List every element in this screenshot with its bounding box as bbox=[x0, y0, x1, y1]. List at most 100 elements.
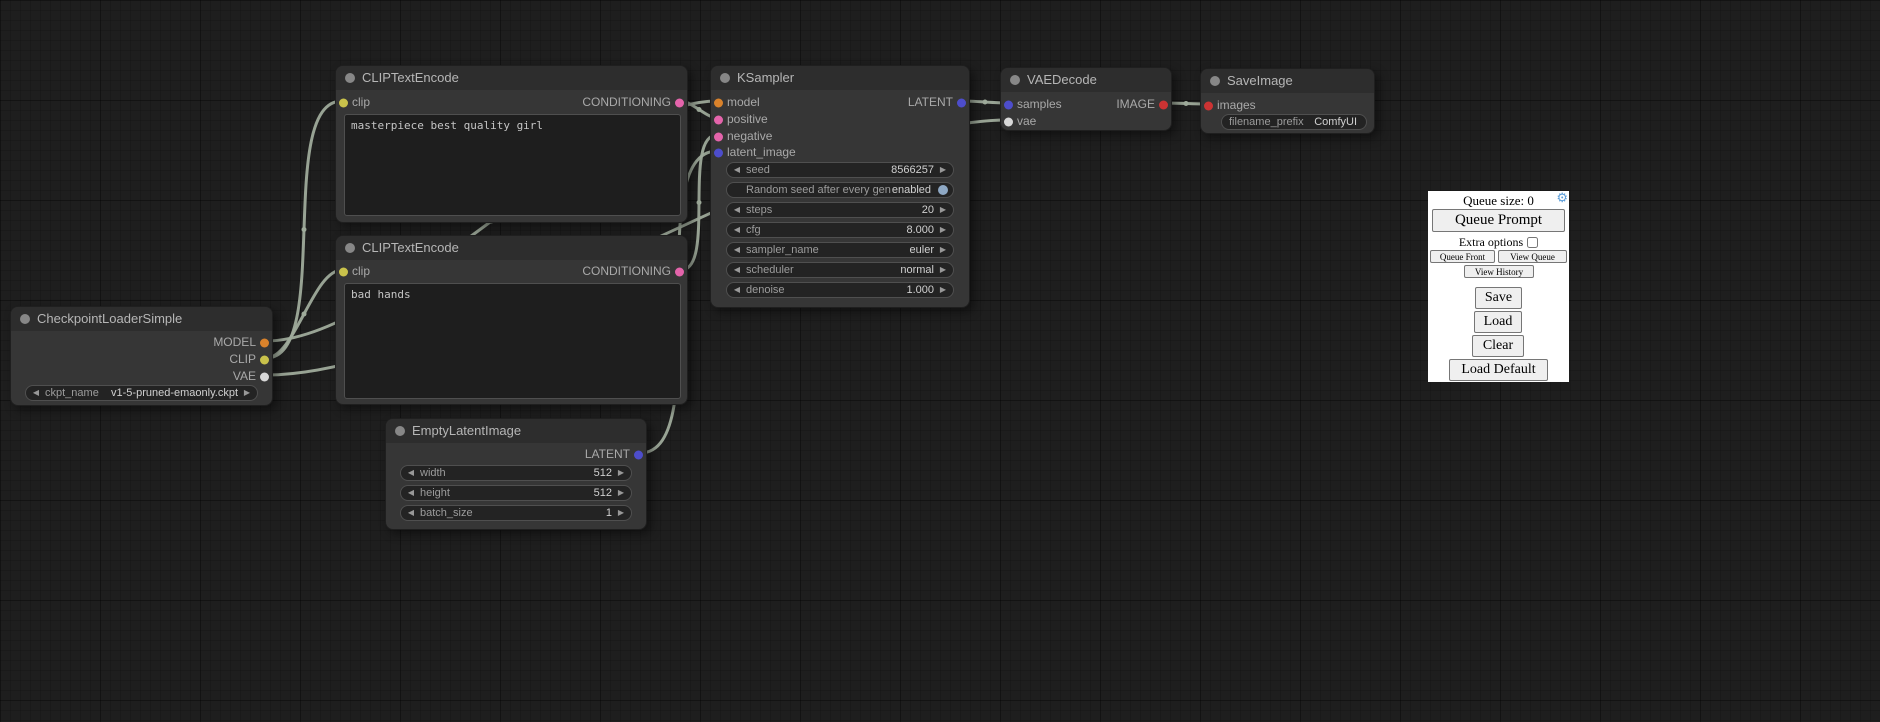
collapse-dot-icon[interactable] bbox=[345, 243, 355, 253]
output-slot-clip[interactable] bbox=[260, 355, 269, 364]
input-slot-positive[interactable] bbox=[714, 115, 723, 124]
output-slot-conditioning[interactable] bbox=[675, 267, 684, 276]
increment-icon[interactable] bbox=[938, 223, 948, 237]
input-slot-samples[interactable] bbox=[1004, 100, 1013, 109]
widget-label: filename_prefix bbox=[1229, 116, 1304, 128]
input-slot-model[interactable] bbox=[714, 98, 723, 107]
decrement-icon[interactable] bbox=[732, 163, 742, 177]
widget-cfg[interactable]: cfg 8.000 bbox=[726, 222, 954, 238]
input-slot-latent-image[interactable] bbox=[714, 148, 723, 157]
prompt-textarea[interactable]: masterpiece best quality girl bbox=[344, 114, 681, 216]
view-history-button[interactable]: View History bbox=[1464, 265, 1534, 278]
widget-value: ComfyUI bbox=[1304, 116, 1357, 128]
output-slot-image[interactable] bbox=[1159, 100, 1168, 109]
node-title-bar: CheckpointLoaderSimple bbox=[11, 307, 272, 331]
input-slot-label: negative bbox=[727, 128, 772, 145]
settings-gear-icon[interactable]: ⚙ bbox=[1556, 191, 1568, 204]
input-slot-label: model bbox=[727, 94, 760, 111]
input-slot-clip[interactable] bbox=[339, 267, 348, 276]
widget-filename-prefix[interactable]: filename_prefix ComfyUI bbox=[1221, 114, 1367, 130]
next-option-icon[interactable] bbox=[938, 243, 948, 257]
collapse-dot-icon[interactable] bbox=[20, 314, 30, 324]
increment-icon[interactable] bbox=[938, 283, 948, 297]
node-ksampler[interactable]: KSampler model LATENT positive negative … bbox=[710, 65, 970, 308]
output-slot-label: LATENT bbox=[585, 446, 630, 463]
prev-option-icon[interactable] bbox=[732, 263, 742, 277]
prev-option-icon[interactable] bbox=[732, 243, 742, 257]
node-save-image[interactable]: SaveImage images filename_prefix ComfyUI bbox=[1200, 68, 1375, 134]
increment-icon[interactable] bbox=[616, 506, 626, 520]
widget-steps[interactable]: steps 20 bbox=[726, 202, 954, 218]
decrement-icon[interactable] bbox=[732, 283, 742, 297]
input-slot-clip[interactable] bbox=[339, 98, 348, 107]
input-slot-negative[interactable] bbox=[714, 132, 723, 141]
widget-ckpt-name[interactable]: ckpt_name v1-5-pruned-emaonly.ckpt bbox=[25, 385, 258, 401]
node-vae-decode[interactable]: VAEDecode samples IMAGE vae bbox=[1000, 67, 1172, 131]
collapse-dot-icon[interactable] bbox=[345, 73, 355, 83]
view-queue-button[interactable]: View Queue bbox=[1498, 250, 1567, 263]
widget-label: height bbox=[420, 487, 450, 499]
save-button[interactable]: Save bbox=[1475, 287, 1522, 309]
link-midpoint bbox=[302, 312, 307, 317]
extra-options-checkbox[interactable] bbox=[1527, 237, 1538, 248]
prompt-textarea[interactable]: bad hands bbox=[344, 283, 681, 399]
widget-seed[interactable]: seed 8566257 bbox=[726, 162, 954, 178]
node-title: VAEDecode bbox=[1027, 72, 1097, 87]
decrement-icon[interactable] bbox=[732, 223, 742, 237]
increment-icon[interactable] bbox=[938, 203, 948, 217]
clear-button[interactable]: Clear bbox=[1472, 335, 1524, 357]
decrement-icon[interactable] bbox=[406, 466, 416, 480]
node-graph-canvas[interactable]: CheckpointLoaderSimple MODEL CLIP VAE ck… bbox=[0, 0, 1880, 722]
widget-value: v1-5-pruned-emaonly.ckpt bbox=[99, 387, 238, 399]
output-slot-latent[interactable] bbox=[957, 98, 966, 107]
node-empty-latent-image[interactable]: EmptyLatentImage LATENT width 512 height… bbox=[385, 418, 647, 530]
output-slot-vae[interactable] bbox=[260, 372, 269, 381]
queue-front-button[interactable]: Queue Front bbox=[1430, 250, 1495, 263]
decrement-icon[interactable] bbox=[406, 486, 416, 500]
widget-value: enabled bbox=[891, 184, 931, 196]
widget-height[interactable]: height 512 bbox=[400, 485, 632, 501]
output-slot-latent[interactable] bbox=[634, 450, 643, 459]
prev-option-icon[interactable] bbox=[31, 386, 41, 400]
node-title: EmptyLatentImage bbox=[412, 423, 521, 438]
node-title: CheckpointLoaderSimple bbox=[37, 311, 182, 326]
load-button[interactable]: Load bbox=[1474, 311, 1522, 333]
output-slot-model[interactable] bbox=[260, 338, 269, 347]
collapse-dot-icon[interactable] bbox=[720, 73, 730, 83]
collapse-dot-icon[interactable] bbox=[395, 426, 405, 436]
input-slot-images[interactable] bbox=[1204, 101, 1213, 110]
node-checkpoint-loader-simple[interactable]: CheckpointLoaderSimple MODEL CLIP VAE ck… bbox=[10, 306, 273, 406]
node-clip-text-encode-negative[interactable]: CLIPTextEncode clip CONDITIONING bad han… bbox=[335, 235, 688, 405]
widget-label: sampler_name bbox=[746, 244, 819, 256]
node-title: CLIPTextEncode bbox=[362, 240, 459, 255]
increment-icon[interactable] bbox=[616, 466, 626, 480]
input-slot-vae[interactable] bbox=[1004, 117, 1013, 126]
slot-row: clip CONDITIONING bbox=[336, 263, 687, 280]
output-slot-conditioning[interactable] bbox=[675, 98, 684, 107]
queue-prompt-button[interactable]: Queue Prompt bbox=[1432, 209, 1565, 232]
widget-random-seed-toggle[interactable]: Random seed after every gen enabled bbox=[726, 182, 954, 198]
link-midpoint bbox=[983, 100, 988, 105]
increment-icon[interactable] bbox=[616, 486, 626, 500]
next-option-icon[interactable] bbox=[938, 263, 948, 277]
collapse-dot-icon[interactable] bbox=[1210, 76, 1220, 86]
slot-row: samples IMAGE bbox=[1001, 96, 1171, 113]
node-clip-text-encode-positive[interactable]: CLIPTextEncode clip CONDITIONING masterp… bbox=[335, 65, 688, 223]
decrement-icon[interactable] bbox=[732, 203, 742, 217]
slot-row: positive bbox=[711, 111, 969, 128]
next-option-icon[interactable] bbox=[242, 386, 252, 400]
widget-sampler-name[interactable]: sampler_name euler bbox=[726, 242, 954, 258]
widget-value: 8566257 bbox=[770, 164, 934, 176]
decrement-icon[interactable] bbox=[406, 506, 416, 520]
widget-scheduler[interactable]: scheduler normal bbox=[726, 262, 954, 278]
toggle-indicator[interactable] bbox=[938, 185, 948, 195]
slot-row: clip CONDITIONING bbox=[336, 94, 687, 111]
widget-denoise[interactable]: denoise 1.000 bbox=[726, 282, 954, 298]
output-slot-label: CONDITIONING bbox=[582, 94, 671, 111]
widget-batch-size[interactable]: batch_size 1 bbox=[400, 505, 632, 521]
load-default-button[interactable]: Load Default bbox=[1449, 359, 1548, 381]
collapse-dot-icon[interactable] bbox=[1010, 75, 1020, 85]
widget-label: ckpt_name bbox=[45, 387, 99, 399]
widget-width[interactable]: width 512 bbox=[400, 465, 632, 481]
increment-icon[interactable] bbox=[938, 163, 948, 177]
